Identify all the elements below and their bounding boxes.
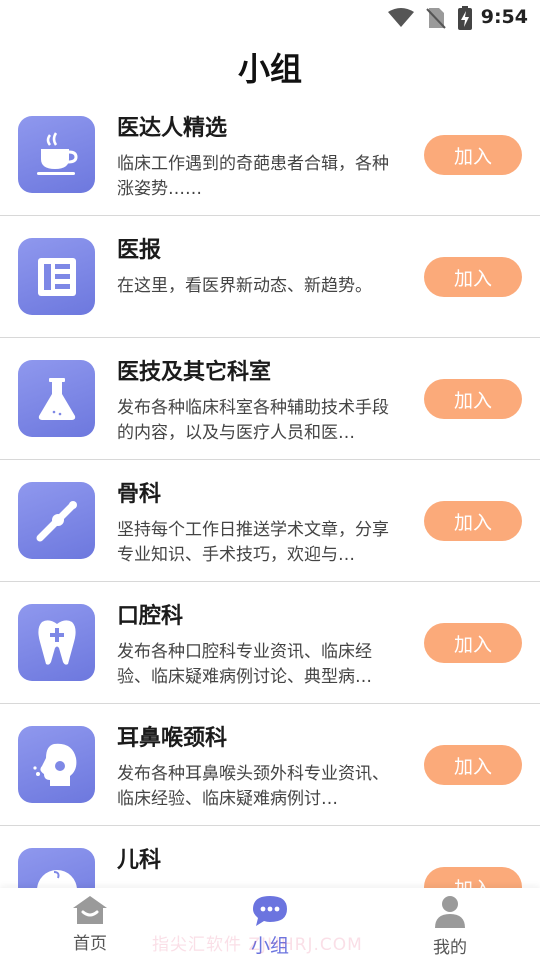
join-button[interactable]: 加入: [424, 135, 522, 175]
join-button[interactable]: 加入: [424, 257, 522, 297]
list-item[interactable]: 口腔科 发布各种口腔科专业资讯、临床经验、临床疑难病例讨论、典型病… 加入: [0, 582, 540, 704]
list-item[interactable]: 耳鼻喉颈科 发布各种耳鼻喉头颈外科专业资讯、临床经验、临床疑难病例讨… 加入: [0, 704, 540, 826]
group-description: 发布各种口腔科专业资讯、临床经验、临床疑难病例讨论、典型病…: [117, 642, 372, 687]
tab-label: 首页: [73, 934, 107, 954]
group-description: 发布各种耳鼻喉头颈外科专业资讯、临床经验、临床疑难病例讨…: [117, 764, 389, 809]
group-list[interactable]: 医达人精选 临床工作遇到的奇葩患者合辑，各种涨姿势…… 加入 医报 在这里，看医…: [0, 94, 540, 888]
list-item[interactable]: 骨科 坚持每个工作日推送学术文章，分享专业知识、手术技巧，欢迎与… 加入: [0, 460, 540, 582]
tab-profile[interactable]: 我的: [360, 888, 540, 960]
join-button[interactable]: 加入: [424, 623, 522, 663]
baby-face-icon: [18, 848, 95, 888]
tooth-icon: [18, 604, 95, 681]
group-description: 坚持每个工作日推送学术文章，分享专业知识、手术技巧，欢迎与…: [117, 520, 389, 565]
status-icons: [388, 6, 472, 30]
bone-joint-icon: [18, 482, 95, 559]
group-name: 医技及其它科室: [117, 360, 272, 385]
list-item[interactable]: 医报 在这里，看医界新动态、新趋势。 加入: [0, 216, 540, 338]
join-button[interactable]: 加入: [424, 867, 522, 888]
join-button[interactable]: 加入: [424, 501, 522, 541]
list-item[interactable]: 医技及其它科室 发布各种临床科室各种辅助技术手段的内容，以及与医疗人员和医… 加…: [0, 338, 540, 460]
newspaper-icon: [18, 238, 95, 315]
group-description: 发布各种临床科室各种辅助技术手段的内容，以及与医疗人员和医…: [117, 398, 389, 443]
list-item[interactable]: 医达人精选 临床工作遇到的奇葩患者合辑，各种涨姿势…… 加入: [0, 94, 540, 216]
tab-label: 我的: [433, 938, 467, 958]
group-name: 医报: [117, 238, 162, 263]
group-name: 耳鼻喉颈科: [117, 726, 228, 751]
page-title: 小组: [237, 50, 302, 88]
group-name: 口腔科: [117, 604, 184, 629]
chat-bubble-icon: [253, 896, 287, 926]
status-time: 9:54: [480, 6, 528, 28]
user-icon: [435, 896, 465, 928]
battery-charging-icon: [458, 6, 472, 30]
group-description: 临床工作遇到的奇葩患者合辑，各种涨姿势……: [117, 154, 389, 199]
coffee-cup-icon: [18, 116, 95, 193]
join-button[interactable]: 加入: [424, 745, 522, 785]
watermark: 指尖汇软件 ZJHHRJ.COM: [152, 935, 363, 955]
home-icon: [73, 896, 107, 924]
group-description: 在这里，看医界新动态、新趋势。: [117, 276, 372, 296]
flask-icon: [18, 360, 95, 437]
group-name: 骨科: [117, 482, 162, 507]
status-bar: 9:54: [0, 0, 540, 36]
list-item[interactable]: 儿科 加入: [0, 826, 540, 888]
no-sim-icon: [426, 8, 446, 29]
head-profile-icon: [18, 726, 95, 803]
group-name: 医达人精选: [117, 116, 228, 141]
join-button[interactable]: 加入: [424, 379, 522, 419]
group-name: 儿科: [117, 848, 162, 873]
wifi-icon: [388, 8, 414, 27]
